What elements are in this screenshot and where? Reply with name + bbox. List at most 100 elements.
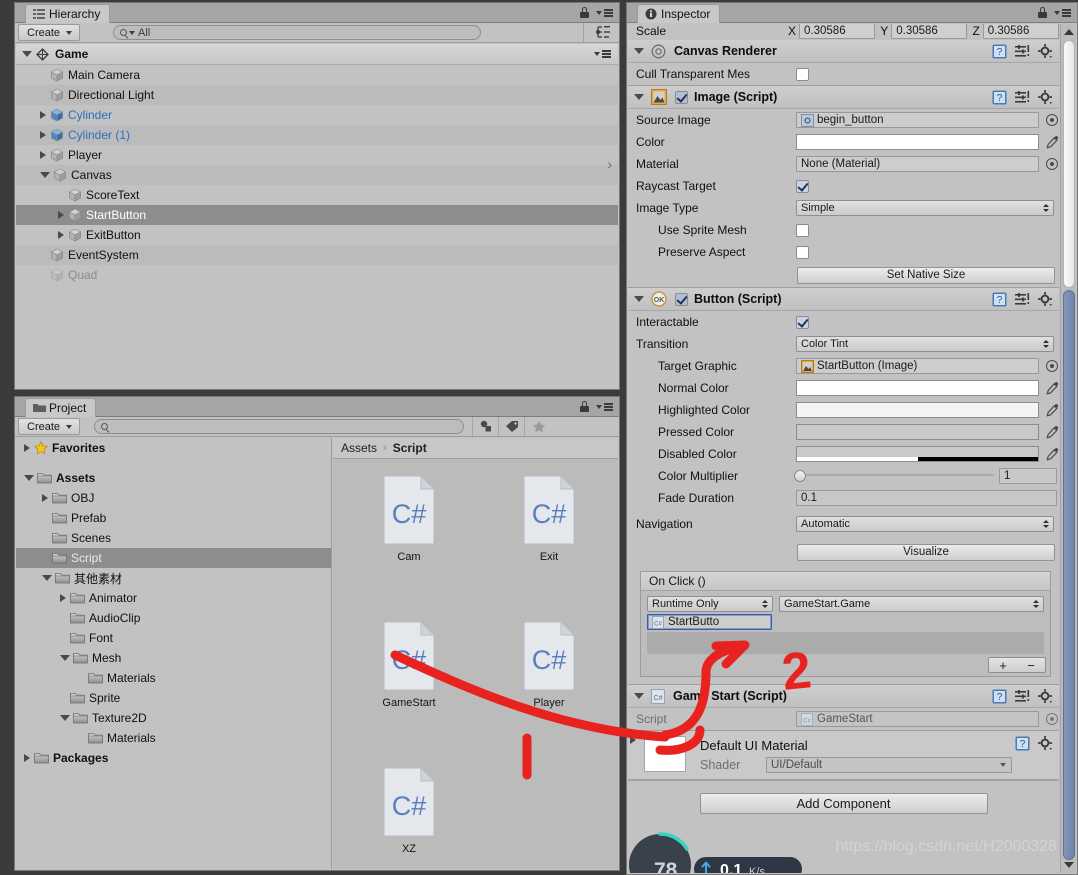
help-icon[interactable]: ? bbox=[1015, 736, 1030, 754]
on-click-function-dropdown[interactable]: GameStart.Game bbox=[779, 596, 1044, 612]
hierarchy-item-cylinder-1-[interactable]: Cylinder (1) bbox=[16, 125, 618, 145]
fade-duration-row[interactable]: Fade Duration 0.1 bbox=[628, 487, 1059, 509]
eyedropper-icon[interactable] bbox=[1046, 425, 1059, 439]
chevron-open-icon[interactable] bbox=[22, 51, 32, 57]
chevron-closed-icon[interactable] bbox=[60, 594, 66, 602]
scrollbar-track[interactable] bbox=[1063, 40, 1075, 288]
visualize-button[interactable]: Visualize bbox=[797, 543, 1055, 561]
color-multiplier-input[interactable]: 1 bbox=[999, 468, 1057, 484]
project-folder-favorites[interactable]: Favorites bbox=[16, 438, 331, 458]
lock-icon[interactable] bbox=[580, 7, 589, 18]
image-type-row[interactable]: Image Type Simple bbox=[628, 197, 1059, 219]
scale-x-input[interactable]: 0.30586 bbox=[799, 24, 876, 39]
chevron-open-icon[interactable] bbox=[24, 475, 34, 481]
slider-handle[interactable] bbox=[794, 470, 806, 482]
tab-inspector[interactable]: Inspector bbox=[637, 4, 721, 23]
breadcrumb-root[interactable]: Assets bbox=[341, 441, 377, 455]
navigation-row[interactable]: Navigation Automatic bbox=[628, 509, 1059, 539]
transform-scale-row[interactable]: Scale X 0.30586 Y 0.30586 Z 0.30586 bbox=[628, 24, 1059, 40]
project-lock-icon[interactable] bbox=[580, 401, 589, 412]
raycast-target-checkbox[interactable] bbox=[796, 179, 809, 193]
chevron-closed-icon[interactable] bbox=[24, 444, 30, 452]
disabled-color-row[interactable]: Disabled Color bbox=[628, 443, 1059, 465]
canvas-renderer-header[interactable]: Canvas Renderer ? bbox=[628, 40, 1059, 63]
preset-icon[interactable] bbox=[1015, 90, 1030, 108]
source-image-row[interactable]: Source Image begin_button bbox=[628, 109, 1059, 131]
project-create-button[interactable]: Create bbox=[18, 418, 81, 435]
image-color-swatch[interactable] bbox=[796, 134, 1039, 150]
chevron-closed-icon[interactable] bbox=[40, 111, 46, 119]
asset-item-xz[interactable]: C# XZ bbox=[379, 766, 439, 855]
scene-menu-icon[interactable] bbox=[594, 50, 611, 58]
raycast-target-row[interactable]: Raycast Target bbox=[628, 175, 1059, 197]
project-folder-materials[interactable]: Materials bbox=[16, 728, 331, 748]
eyedropper-icon[interactable] bbox=[1046, 403, 1059, 417]
remove-event-button[interactable]: − bbox=[1027, 658, 1035, 673]
chevron-closed-icon[interactable] bbox=[58, 211, 64, 219]
use-sprite-mesh-row[interactable]: Use Sprite Mesh bbox=[628, 219, 1059, 241]
image-type-dropdown[interactable]: Simple bbox=[796, 200, 1054, 216]
game-start-script-row[interactable]: Script C# GameStart bbox=[628, 708, 1059, 730]
hierarchy-search-input[interactable]: All bbox=[113, 25, 482, 40]
source-image-select-icon[interactable] bbox=[1046, 114, 1058, 126]
project-search-input[interactable] bbox=[94, 419, 465, 434]
hierarchy-item-startbutton[interactable]: StartButton bbox=[16, 205, 618, 225]
on-click-add-remove-buttons[interactable]: + − bbox=[988, 657, 1046, 673]
shader-dropdown[interactable]: UI/Default bbox=[766, 757, 1012, 773]
help-icon[interactable]: ? bbox=[992, 689, 1007, 707]
target-graphic-select-icon[interactable] bbox=[1046, 360, 1058, 372]
chevron-closed-icon[interactable] bbox=[58, 231, 64, 239]
image-script-header[interactable]: Image (Script) ? bbox=[628, 86, 1059, 109]
hierarchy-item-directional-light[interactable]: Directional Light bbox=[16, 85, 618, 105]
pressed-color-swatch[interactable] bbox=[796, 424, 1039, 440]
hierarchy-item-eventsystem[interactable]: EventSystem bbox=[16, 245, 618, 265]
scrollbar-thumb[interactable] bbox=[1063, 290, 1075, 860]
eyedropper-icon[interactable] bbox=[1046, 447, 1059, 461]
chevron-closed-icon[interactable] bbox=[40, 131, 46, 139]
image-material-row[interactable]: Material None (Material) bbox=[628, 153, 1059, 175]
hierarchy-item-exitbutton[interactable]: ExitButton bbox=[16, 225, 618, 245]
chevron-open-icon[interactable] bbox=[634, 296, 644, 302]
help-icon[interactable]: ? bbox=[992, 292, 1007, 310]
chevron-open-icon[interactable] bbox=[634, 693, 644, 699]
hierarchy-expand-arrow[interactable]: › bbox=[607, 156, 612, 172]
normal-color-row[interactable]: Normal Color bbox=[628, 377, 1059, 399]
gear-icon[interactable] bbox=[1038, 736, 1053, 754]
hierarchy-item-player[interactable]: Player bbox=[16, 145, 618, 165]
image-color-row[interactable]: Color bbox=[628, 131, 1059, 153]
help-icon[interactable]: ? bbox=[992, 90, 1007, 108]
gear-icon[interactable] bbox=[1038, 44, 1053, 62]
inspector-lock-icon[interactable] bbox=[1038, 7, 1047, 18]
material-foldout-arrow[interactable] bbox=[628, 736, 642, 754]
hierarchy-item-cylinder[interactable]: Cylinder bbox=[16, 105, 618, 125]
highlighted-color-row[interactable]: Highlighted Color bbox=[628, 399, 1059, 421]
image-script-enabled-checkbox[interactable] bbox=[675, 90, 688, 104]
hierarchy-item-quad[interactable]: Quad bbox=[16, 265, 618, 285]
preserve-aspect-checkbox[interactable] bbox=[796, 245, 809, 259]
chevron-closed-icon[interactable] bbox=[42, 494, 48, 502]
preset-icon[interactable] bbox=[1015, 689, 1030, 707]
hierarchy-item-scoretext[interactable]: ScoreText bbox=[16, 185, 618, 205]
project-folder-scenes[interactable]: Scenes bbox=[16, 528, 331, 548]
project-folder-其他素材[interactable]: 其他素材 bbox=[16, 568, 331, 588]
project-folder-mesh[interactable]: Mesh bbox=[16, 648, 331, 668]
project-folder-packages[interactable]: Packages bbox=[16, 748, 331, 768]
scale-z-input[interactable]: 0.30586 bbox=[982, 24, 1059, 39]
source-image-field[interactable]: begin_button bbox=[796, 112, 1039, 128]
inspector-menu-icon[interactable] bbox=[1054, 9, 1071, 17]
preset-icon[interactable] bbox=[1015, 44, 1030, 62]
color-multiplier-slider[interactable] bbox=[794, 470, 994, 482]
project-folder-obj[interactable]: OBJ bbox=[16, 488, 331, 508]
project-asset-grid[interactable]: Assets › Script C# Cam C# Exit C# GameStart C#… bbox=[333, 438, 618, 869]
project-folder-font[interactable]: Font bbox=[16, 628, 331, 648]
asset-item-player[interactable]: C# Player bbox=[519, 620, 579, 709]
project-folder-prefab[interactable]: Prefab bbox=[16, 508, 331, 528]
tab-hierarchy[interactable]: Hierarchy bbox=[25, 4, 111, 23]
eyedropper-icon[interactable] bbox=[1046, 135, 1059, 149]
highlighted-color-swatch[interactable] bbox=[796, 402, 1039, 418]
interactable-checkbox[interactable] bbox=[796, 315, 809, 329]
project-folder-sprite[interactable]: Sprite bbox=[16, 688, 331, 708]
gear-icon[interactable] bbox=[1038, 90, 1053, 108]
game-start-header[interactable]: C# Game Start (Script) ? bbox=[628, 685, 1059, 708]
hierarchy-item-canvas[interactable]: Canvas bbox=[16, 165, 618, 185]
